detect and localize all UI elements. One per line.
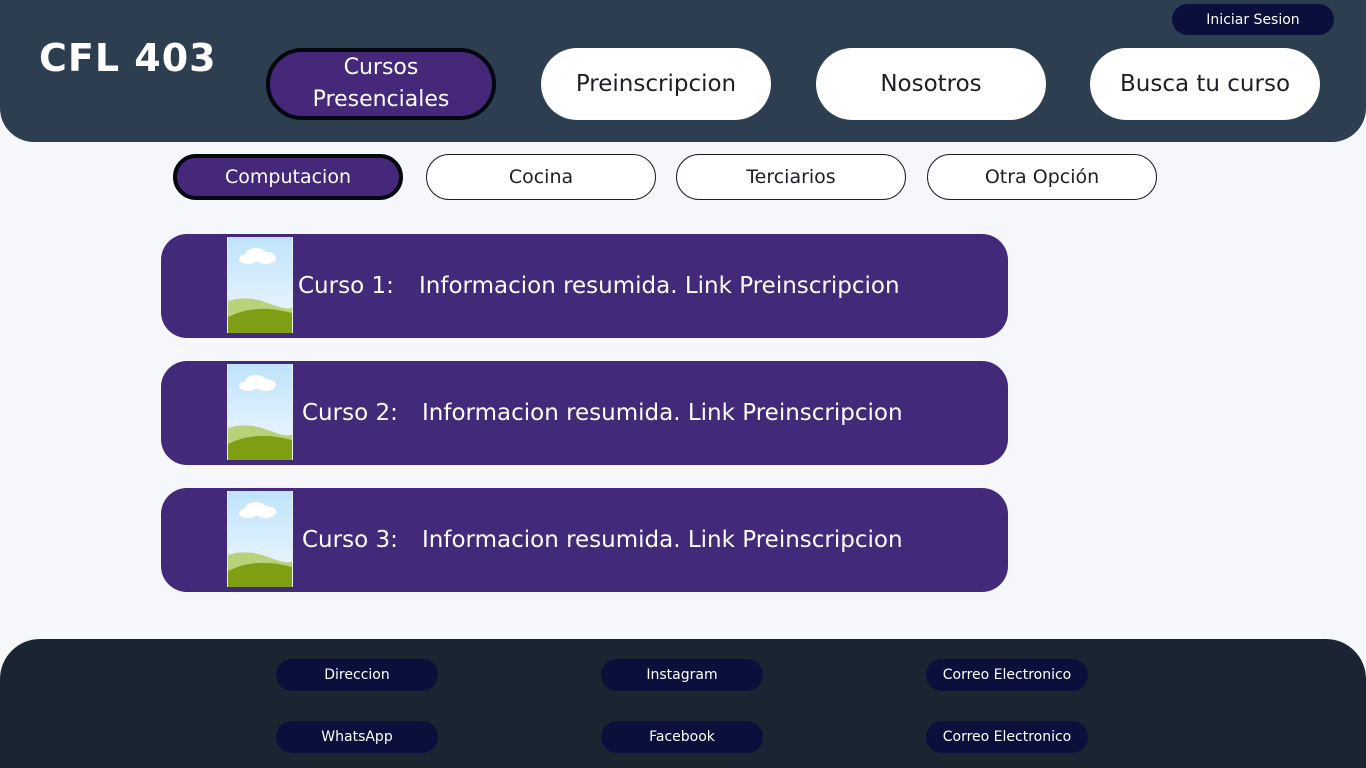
footer-link-correo-2[interactable]: Correo Electronico [926, 721, 1088, 753]
footer-link-facebook[interactable]: Facebook [601, 721, 763, 753]
nav-nosotros[interactable]: Nosotros [816, 48, 1046, 120]
nav-preinscripcion[interactable]: Preinscripcion [541, 48, 771, 120]
tab-terciarios[interactable]: Terciarios [676, 154, 906, 200]
course-info-link[interactable]: Informacion resumida. Link Preinscripcio… [419, 234, 900, 338]
site-footer: Direccion Instagram Correo Electronico W… [0, 639, 1366, 768]
course-title: Curso 2: [302, 400, 398, 426]
course-card-1[interactable]: Curso 1: Informacion resumida. Link Prei… [161, 234, 1008, 338]
footer-link-whatsapp[interactable]: WhatsApp [276, 721, 438, 753]
landscape-image-icon [227, 237, 293, 333]
nav-cursos-presenciales[interactable]: Cursos Presenciales [266, 48, 496, 120]
course-title: Curso 3: [302, 527, 398, 553]
footer-link-correo-1[interactable]: Correo Electronico [926, 659, 1088, 691]
tab-otra-opcion[interactable]: Otra Opción [927, 154, 1157, 200]
footer-link-instagram[interactable]: Instagram [601, 659, 763, 691]
course-info-link[interactable]: Informacion resumida. Link Preinscripcio… [422, 361, 903, 465]
tab-computacion[interactable]: Computacion [173, 154, 403, 200]
course-title: Curso 1: [298, 273, 394, 299]
course-card-2[interactable]: Curso 2: Informacion resumida. Link Prei… [161, 361, 1008, 465]
brand-logo[interactable]: CFL 403 [39, 36, 217, 80]
landscape-image-icon [227, 364, 293, 460]
login-button[interactable]: Iniciar Sesion [1172, 4, 1334, 35]
site-header: CFL 403 Iniciar Sesion Cursos Presencial… [0, 0, 1366, 142]
course-card-3[interactable]: Curso 3: Informacion resumida. Link Prei… [161, 488, 1008, 592]
tab-cocina[interactable]: Cocina [426, 154, 656, 200]
landscape-image-icon [227, 491, 293, 587]
course-info-link[interactable]: Informacion resumida. Link Preinscripcio… [422, 488, 903, 592]
nav-busca-tu-curso[interactable]: Busca tu curso [1090, 48, 1320, 120]
footer-link-direccion[interactable]: Direccion [276, 659, 438, 691]
